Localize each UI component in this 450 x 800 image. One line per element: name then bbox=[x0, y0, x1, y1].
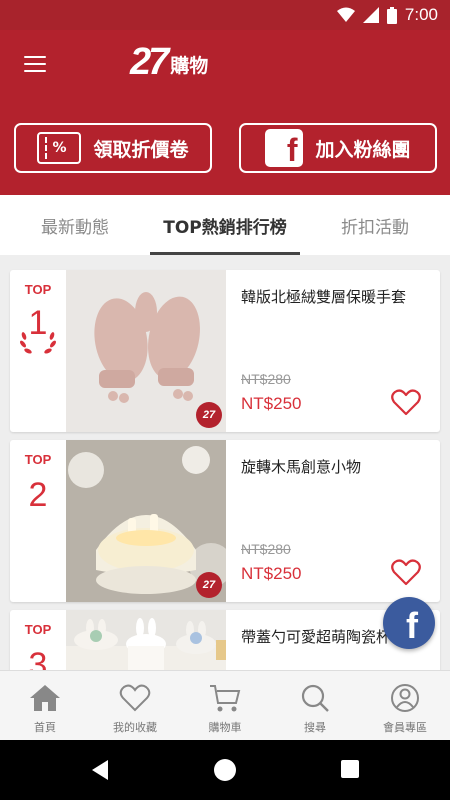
favorite-heart-icon[interactable] bbox=[391, 558, 421, 586]
product-name[interactable]: 旋轉木馬創意小物 bbox=[241, 456, 431, 478]
bottom-navigation: 首頁 我的收藏 購物車 搜尋 會員專區 bbox=[0, 670, 450, 740]
floating-facebook-button[interactable]: f bbox=[383, 597, 435, 649]
favorite-heart-icon[interactable] bbox=[391, 388, 421, 416]
status-time: 7:00 bbox=[404, 5, 438, 24]
brand-badge: 27 bbox=[196, 402, 222, 428]
logo-number: 27 bbox=[130, 41, 169, 83]
product-card[interactable]: TOP 2 27 旋轉木馬創意小物 NT$280 NT$250 bbox=[10, 440, 440, 602]
nav-home[interactable]: 首頁 bbox=[0, 671, 90, 740]
facebook-icon: f bbox=[265, 129, 304, 167]
brand-badge: 27 bbox=[196, 572, 222, 598]
rank-label: TOP bbox=[24, 282, 52, 297]
menu-button[interactable] bbox=[24, 56, 46, 74]
home-icon bbox=[30, 685, 60, 711]
tab-latest-news[interactable]: 最新動態 bbox=[0, 195, 150, 255]
app-logo: 27 購物 bbox=[130, 42, 208, 82]
facebook-icon: f bbox=[406, 605, 418, 646]
rank-column: TOP 2 bbox=[10, 440, 66, 602]
rank-column: TOP 3 bbox=[10, 610, 66, 670]
fans-button-label: 加入粉絲團 bbox=[315, 138, 411, 161]
nav-favorites[interactable]: 我的收藏 bbox=[90, 671, 180, 740]
battery-icon bbox=[386, 6, 397, 24]
product-list[interactable]: TOP 1 27 韓版北極絨雙層保暖手套 NT$280 NT$250 TOP 2… bbox=[0, 255, 450, 670]
logo-text: 購物 bbox=[170, 55, 209, 77]
get-coupon-button[interactable]: % 領取折價卷 bbox=[14, 123, 212, 173]
app-header: 27 購物 % 領取折價卷 f 加入粉絲團 bbox=[0, 30, 450, 195]
rank-number: 1 bbox=[28, 304, 48, 342]
sale-price: NT$250 bbox=[241, 564, 302, 583]
back-icon[interactable] bbox=[90, 760, 110, 780]
menu-icon bbox=[24, 56, 46, 58]
tab-bar: 最新動態 TOP熱銷排行榜 折扣活動 bbox=[0, 195, 450, 255]
nav-search-label: 搜尋 bbox=[304, 721, 326, 734]
search-icon bbox=[301, 684, 329, 712]
user-icon bbox=[391, 684, 419, 712]
product-card[interactable]: TOP 3 帶蓋勺可愛超萌陶瓷杯 bbox=[10, 610, 440, 670]
rank-label: TOP bbox=[24, 622, 52, 637]
join-fans-button[interactable]: f 加入粉絲團 bbox=[239, 123, 437, 173]
nav-member-label: 會員專區 bbox=[383, 721, 427, 734]
product-image[interactable] bbox=[66, 610, 226, 670]
cart-icon bbox=[210, 685, 241, 712]
recent-apps-icon[interactable] bbox=[341, 760, 359, 778]
heart-icon bbox=[119, 684, 151, 712]
rank-number: 3 bbox=[28, 646, 48, 670]
nav-search[interactable]: 搜尋 bbox=[270, 671, 360, 740]
wifi-icon bbox=[336, 7, 355, 22]
home-circle-icon[interactable] bbox=[214, 759, 236, 781]
sale-price: NT$250 bbox=[241, 394, 302, 413]
product-image[interactable]: 27 bbox=[66, 270, 226, 432]
product-name[interactable]: 韓版北極絨雙層保暖手套 bbox=[241, 286, 431, 308]
nav-cart-label: 購物車 bbox=[208, 721, 242, 734]
nav-cart[interactable]: 購物車 bbox=[180, 671, 270, 740]
ticket-icon: % bbox=[37, 132, 82, 164]
signal-icon bbox=[362, 7, 379, 23]
system-navigation-bar bbox=[0, 740, 450, 800]
status-bar: 7:00 bbox=[0, 0, 450, 30]
product-card[interactable]: TOP 1 27 韓版北極絨雙層保暖手套 NT$280 NT$250 bbox=[10, 270, 440, 432]
original-price: NT$280 bbox=[241, 371, 291, 387]
rank-column: TOP 1 bbox=[10, 270, 66, 432]
coupon-button-label: 領取折價卷 bbox=[93, 138, 189, 161]
original-price: NT$280 bbox=[241, 541, 291, 557]
rank-label: TOP bbox=[24, 452, 52, 467]
tab-discounts[interactable]: 折扣活動 bbox=[300, 195, 450, 255]
tab-top-sellers[interactable]: TOP熱銷排行榜 bbox=[150, 195, 300, 255]
nav-home-label: 首頁 bbox=[34, 721, 56, 734]
product-image[interactable]: 27 bbox=[66, 440, 226, 602]
nav-member[interactable]: 會員專區 bbox=[360, 671, 450, 740]
nav-favorites-label: 我的收藏 bbox=[113, 721, 157, 734]
rank-number: 2 bbox=[28, 476, 48, 514]
